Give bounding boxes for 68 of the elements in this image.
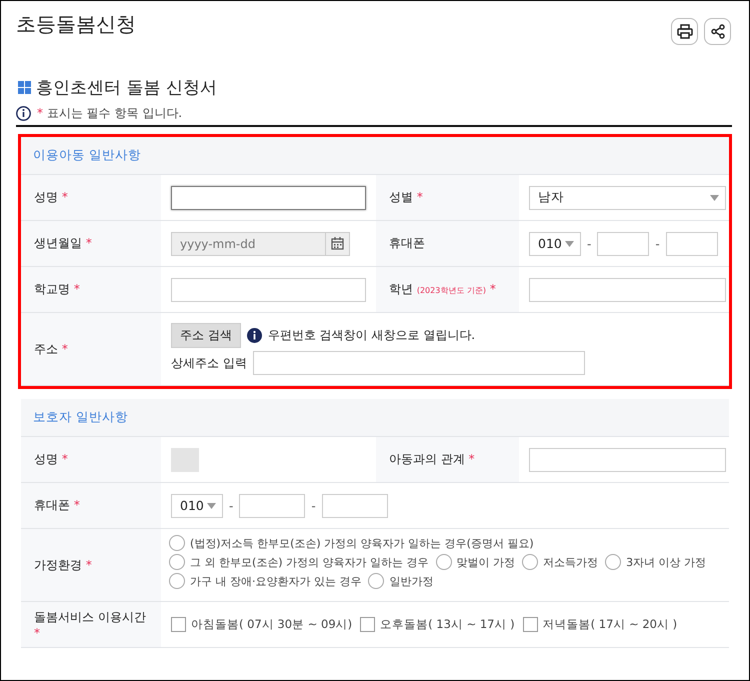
field-label: 학년 (2023학년도 기준) *: [389, 281, 496, 298]
option-label: 그 외 한부모(조손) 가정의 양육자가 일하는 경우: [190, 554, 429, 570]
required-note: * 표시는 필수 항목 입니다.: [37, 105, 182, 122]
field-label: 가정환경 *: [34, 556, 92, 574]
info-text: 우편번호 검색창이 새창으로 열립니다.: [268, 327, 476, 344]
option-label: 일반가정: [389, 574, 434, 588]
option-label: 오후돌봄( 13시 ~ 17시 ): [380, 617, 515, 632]
print-icon: [676, 24, 692, 39]
text-field[interactable]: [171, 278, 366, 302]
option-label: 아침돌봄( 07시 30분 ~ 09시): [191, 617, 352, 632]
phone-prefix-select[interactable]: 010: [171, 494, 223, 518]
checkbox[interactable]: [171, 617, 186, 632]
separator-text: -: [587, 236, 592, 250]
field-label: 학교명 *: [34, 281, 80, 298]
address-search-button[interactable]: 주소 검색: [171, 323, 241, 348]
phone-prefix-select[interactable]: 010: [529, 232, 581, 256]
share-icon: [710, 24, 724, 39]
field-label: 성명 *: [34, 451, 68, 468]
dropdown-caret-icon: [207, 502, 216, 508]
text-field[interactable]: [529, 278, 726, 302]
field-label: 성명 *: [34, 189, 68, 206]
field-label: 돌봄서비스 이용시간 *: [34, 609, 147, 640]
field-label: 생년월일 *: [34, 235, 92, 252]
phone-field[interactable]: [239, 494, 306, 518]
checkbox[interactable]: [522, 617, 538, 632]
field-label: 휴대폰 *: [34, 497, 80, 514]
text-field[interactable]: [171, 186, 366, 210]
grid-icon: [18, 81, 31, 94]
phone-field[interactable]: [666, 232, 718, 256]
section-header: 이용아동 일반사항: [21, 137, 729, 175]
radio-button[interactable]: [522, 554, 538, 570]
form-title: 흥인초센터 돌봄 신청서: [36, 77, 217, 99]
radio-button[interactable]: [436, 554, 452, 570]
radio-button[interactable]: [169, 535, 185, 551]
section-header: 보호자 일반사항: [21, 399, 729, 437]
field-label: 주소 *: [34, 340, 68, 358]
radio-button[interactable]: [169, 554, 185, 570]
detail-address-field[interactable]: [252, 351, 585, 375]
radio-button[interactable]: [605, 554, 622, 570]
gender-select[interactable]: 남자: [529, 186, 726, 210]
field-label: 휴대폰: [389, 235, 425, 252]
page-title: 초등돌봄신청: [16, 11, 136, 38]
separator-text: -: [311, 498, 316, 512]
radio-button[interactable]: [169, 573, 185, 589]
option-label: 저녁돌봄( 17시 ~ 20시 ): [542, 617, 678, 632]
option-label: 가구 내 장애·요양환자가 있는 경우: [190, 574, 362, 588]
phone-field[interactable]: [597, 232, 650, 256]
field-label: 아동과의 관계 *: [389, 451, 475, 468]
dropdown-caret-icon: [565, 240, 574, 246]
option-label: 저소득가정: [543, 554, 598, 570]
info-icon: [246, 328, 262, 343]
info-icon: [16, 106, 31, 121]
option-label: 3자녀 이상 가정: [626, 554, 706, 570]
calendar-icon[interactable]: [326, 232, 350, 256]
separator-text: -: [655, 236, 660, 250]
checkbox[interactable]: [360, 617, 376, 632]
radio-button[interactable]: [368, 573, 384, 589]
field-label: 상세주소 입력: [171, 354, 247, 372]
text-field[interactable]: [529, 448, 726, 472]
separator-text: -: [229, 498, 234, 512]
dropdown-caret-icon: [710, 194, 719, 200]
redacted-block: [171, 448, 199, 472]
field-label: 성별 *: [389, 189, 423, 206]
print-button[interactable]: [671, 18, 698, 45]
option-label: (법정)저소득 한부모(조손) 가정의 양육자가 일하는 경우(증명서 필요): [190, 536, 534, 550]
share-button[interactable]: [704, 18, 731, 45]
phone-field[interactable]: [322, 494, 388, 518]
option-label: 맞벌이 가정: [456, 554, 516, 570]
